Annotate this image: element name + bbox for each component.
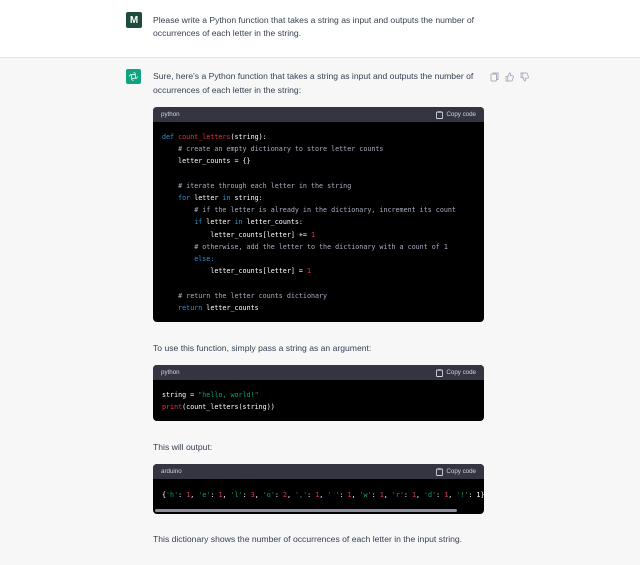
use-instruction-text: To use this function, simply pass a stri… xyxy=(153,343,372,353)
copy-code-button[interactable]: Copy code xyxy=(436,368,476,377)
assistant-intro-line-1: Sure, here's a Python function that take… xyxy=(153,71,474,81)
copy-code-button[interactable]: Copy code xyxy=(436,110,476,119)
user-message-line-2: occurrences of each letter in the string… xyxy=(153,28,302,38)
code-content: def count_letters(string): # create an e… xyxy=(162,133,456,312)
code-language-label: arduino xyxy=(161,468,182,475)
thumbs-up-icon[interactable] xyxy=(505,69,514,82)
code-content: string = "hello, world!" print(count_let… xyxy=(162,391,275,412)
clipboard-icon xyxy=(436,110,444,119)
copy-code-label: Copy code xyxy=(446,468,476,475)
openai-logo-icon xyxy=(126,69,141,84)
user-avatar: M xyxy=(126,12,142,28)
copy-icon[interactable] xyxy=(490,69,499,82)
code-block-header: arduino Copy code xyxy=(153,464,484,479)
code-content: {'h': 1, 'e': 1, 'l': 3, 'o': 2, ',': 1,… xyxy=(162,491,484,499)
feedback-icons xyxy=(490,69,529,82)
code-block-2: python Copy code string = "hello, world!… xyxy=(153,365,484,421)
horizontal-scrollbar[interactable] xyxy=(155,509,457,512)
code-language-label: python xyxy=(161,111,180,118)
copy-code-label: Copy code xyxy=(446,369,476,376)
code-block-header: python Copy code xyxy=(153,107,484,122)
output-intro-text: This will output: xyxy=(153,442,213,452)
clipboard-icon xyxy=(436,467,444,476)
code-block-1: python Copy code def count_letters(strin… xyxy=(153,107,484,322)
user-message-line-1: Please write a Python function that take… xyxy=(153,15,475,25)
closing-text: This dictionary shows the number of occu… xyxy=(153,534,463,544)
thumbs-down-icon[interactable] xyxy=(520,69,529,82)
user-message: M Please write a Python function that ta… xyxy=(0,0,640,58)
code-block-3: arduino Copy code {'h': 1, 'e': 1, 'l': … xyxy=(153,464,484,514)
code-block-header: python Copy code xyxy=(153,365,484,380)
copy-code-button[interactable]: Copy code xyxy=(436,467,476,476)
assistant-intro-line-2: occurrences of each letter in the string… xyxy=(153,85,302,95)
copy-code-label: Copy code xyxy=(446,111,476,118)
code-language-label: python xyxy=(161,369,180,376)
clipboard-icon xyxy=(436,368,444,377)
